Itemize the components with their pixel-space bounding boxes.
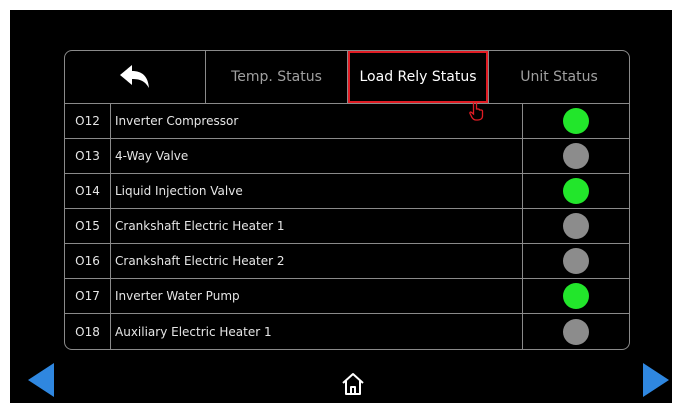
relay-status-cell (523, 104, 629, 138)
next-page-arrow-icon[interactable] (643, 363, 669, 397)
relay-code: O12 (65, 104, 111, 138)
relay-code: O17 (65, 279, 111, 313)
tab-unit-status-label: Unit Status (520, 69, 598, 85)
relay-code: O16 (65, 244, 111, 278)
home-icon[interactable] (340, 372, 366, 396)
status-indicator-icon (563, 178, 589, 204)
status-indicator-icon (563, 108, 589, 134)
prev-page-arrow-icon[interactable] (28, 363, 54, 397)
status-panel: Temp. Status Load Rely Status Unit Statu… (64, 50, 630, 350)
pointer-hand-icon (469, 101, 484, 121)
table-row: O15 Crankshaft Electric Heater 1 (65, 209, 629, 244)
table-row: O18 Auxiliary Electric Heater 1 (65, 314, 629, 349)
relay-name: Inverter Water Pump (111, 279, 523, 313)
relay-name: Crankshaft Electric Heater 2 (111, 244, 523, 278)
relay-status-cell (523, 174, 629, 208)
tab-bar: Temp. Status Load Rely Status Unit Statu… (65, 51, 629, 104)
table-row: O16 Crankshaft Electric Heater 2 (65, 244, 629, 279)
relay-name: Crankshaft Electric Heater 1 (111, 209, 523, 243)
status-indicator-icon (563, 213, 589, 239)
table-row: O12 Inverter Compressor (65, 104, 629, 139)
table-row: O17 Inverter Water Pump (65, 279, 629, 314)
relay-status-cell (523, 279, 629, 313)
relay-name: Auxiliary Electric Heater 1 (111, 314, 523, 349)
back-button[interactable] (65, 51, 206, 103)
relay-table: O12 Inverter Compressor O13 4-Way Valve O14 L… (65, 104, 629, 349)
tab-temp-status-label: Temp. Status (231, 69, 322, 85)
table-row: O14 Liquid Injection Valve (65, 174, 629, 209)
relay-code: O15 (65, 209, 111, 243)
tab-load-rely-status-label: Load Rely Status (359, 69, 477, 85)
relay-name: Liquid Injection Valve (111, 174, 523, 208)
status-indicator-icon (563, 283, 589, 309)
status-indicator-icon (563, 318, 589, 345)
relay-status-cell (523, 244, 629, 278)
tab-unit-status[interactable]: Unit Status (488, 51, 629, 103)
relay-name: 4-Way Valve (111, 139, 523, 173)
relay-status-cell (523, 314, 629, 349)
relay-code: O13 (65, 139, 111, 173)
back-arrow-icon (120, 65, 149, 88)
relay-code: O14 (65, 174, 111, 208)
hmi-screen: Temp. Status Load Rely Status Unit Statu… (10, 10, 672, 403)
tab-load-rely-status[interactable]: Load Rely Status (348, 51, 488, 103)
status-indicator-icon (563, 248, 589, 274)
relay-name: Inverter Compressor (111, 104, 523, 138)
tab-temp-status[interactable]: Temp. Status (206, 51, 348, 103)
relay-code: O18 (65, 314, 111, 349)
table-row: O13 4-Way Valve (65, 139, 629, 174)
relay-status-cell (523, 209, 629, 243)
status-indicator-icon (563, 143, 589, 169)
relay-status-cell (523, 139, 629, 173)
